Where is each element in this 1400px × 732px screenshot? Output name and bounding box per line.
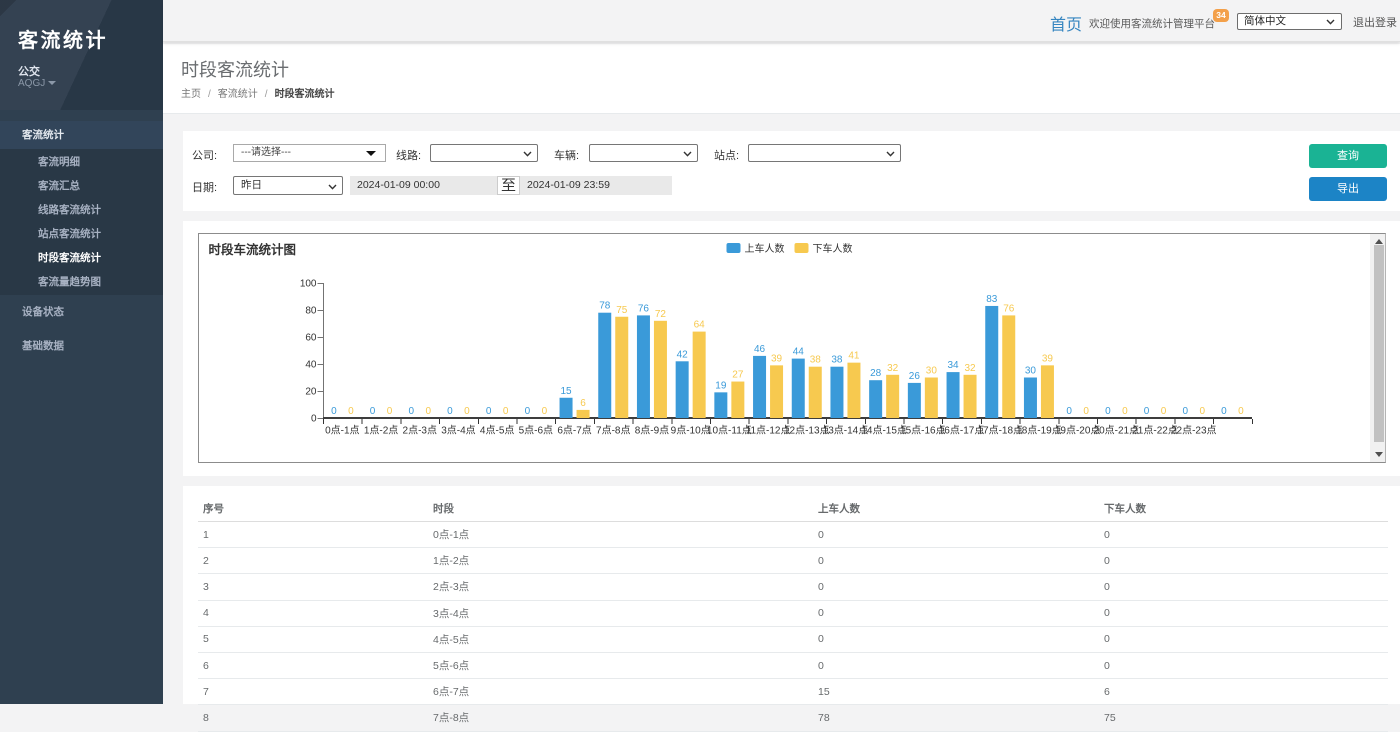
svg-text:34: 34 [947, 360, 959, 371]
svg-text:0: 0 [1105, 406, 1111, 417]
svg-text:9点-10点: 9点-10点 [670, 425, 710, 437]
svg-text:0: 0 [331, 406, 337, 417]
svg-text:60: 60 [305, 333, 317, 344]
svg-text:19: 19 [715, 380, 727, 391]
svg-text:0: 0 [1122, 406, 1128, 417]
svg-text:30: 30 [925, 366, 937, 377]
svg-text:0: 0 [464, 406, 470, 417]
svg-text:0点-1点: 0点-1点 [325, 425, 359, 437]
svg-text:3点-4点: 3点-4点 [441, 425, 475, 437]
svg-text:41: 41 [848, 351, 860, 362]
svg-text:64: 64 [693, 320, 705, 331]
svg-text:2点-3点: 2点-3点 [402, 425, 436, 437]
svg-text:1点-2点: 1点-2点 [363, 425, 397, 437]
svg-text:0: 0 [1238, 406, 1244, 417]
svg-text:39: 39 [1041, 353, 1053, 364]
svg-text:0: 0 [1182, 406, 1188, 417]
svg-text:0: 0 [541, 406, 547, 417]
svg-text:0: 0 [524, 406, 530, 417]
svg-text:0: 0 [1221, 406, 1227, 417]
svg-text:20: 20 [305, 387, 317, 398]
svg-text:75: 75 [616, 305, 628, 316]
svg-text:44: 44 [792, 347, 804, 358]
svg-text:上车人数: 上车人数 [744, 242, 784, 255]
svg-text:38: 38 [809, 355, 821, 366]
svg-text:15: 15 [560, 386, 572, 397]
svg-text:76: 76 [1003, 303, 1015, 314]
svg-text:0: 0 [485, 406, 491, 417]
svg-text:46: 46 [753, 344, 765, 355]
svg-text:0: 0 [348, 406, 354, 417]
svg-text:100: 100 [299, 279, 316, 290]
svg-text:38: 38 [831, 355, 843, 366]
svg-text:0: 0 [447, 406, 453, 417]
svg-text:时段车流统计图: 时段车流统计图 [208, 242, 296, 257]
svg-text:0: 0 [386, 406, 392, 417]
svg-text:78: 78 [599, 301, 611, 312]
svg-text:8点-9点: 8点-9点 [634, 425, 668, 437]
svg-text:0: 0 [369, 406, 375, 417]
svg-text:0: 0 [1160, 406, 1166, 417]
svg-text:0: 0 [1143, 406, 1149, 417]
svg-text:40: 40 [305, 360, 317, 371]
svg-text:32: 32 [887, 363, 899, 374]
svg-text:0: 0 [408, 406, 414, 417]
svg-text:5点-6点: 5点-6点 [518, 425, 552, 437]
svg-text:6: 6 [580, 398, 586, 409]
svg-text:0: 0 [1083, 406, 1089, 417]
svg-text:42: 42 [676, 349, 688, 360]
svg-text:39: 39 [770, 353, 782, 364]
svg-text:28: 28 [870, 368, 882, 379]
svg-text:0: 0 [502, 406, 508, 417]
svg-text:7点-8点: 7点-8点 [596, 425, 630, 437]
svg-text:0: 0 [1199, 406, 1205, 417]
svg-text:83: 83 [986, 294, 998, 305]
svg-text:22点-23点: 22点-23点 [1170, 425, 1216, 437]
svg-text:72: 72 [654, 309, 666, 320]
svg-text:27: 27 [732, 370, 744, 381]
svg-text:0: 0 [425, 406, 431, 417]
svg-text:6点-7点: 6点-7点 [557, 425, 591, 437]
svg-text:下车人数: 下车人数 [812, 242, 852, 255]
svg-text:80: 80 [305, 306, 317, 317]
svg-text:0: 0 [310, 414, 316, 425]
svg-text:30: 30 [1024, 366, 1036, 377]
svg-text:76: 76 [637, 303, 649, 314]
svg-text:0: 0 [1066, 406, 1072, 417]
svg-text:4点-5点: 4点-5点 [479, 425, 513, 437]
svg-text:26: 26 [908, 371, 920, 382]
svg-text:32: 32 [964, 363, 976, 374]
